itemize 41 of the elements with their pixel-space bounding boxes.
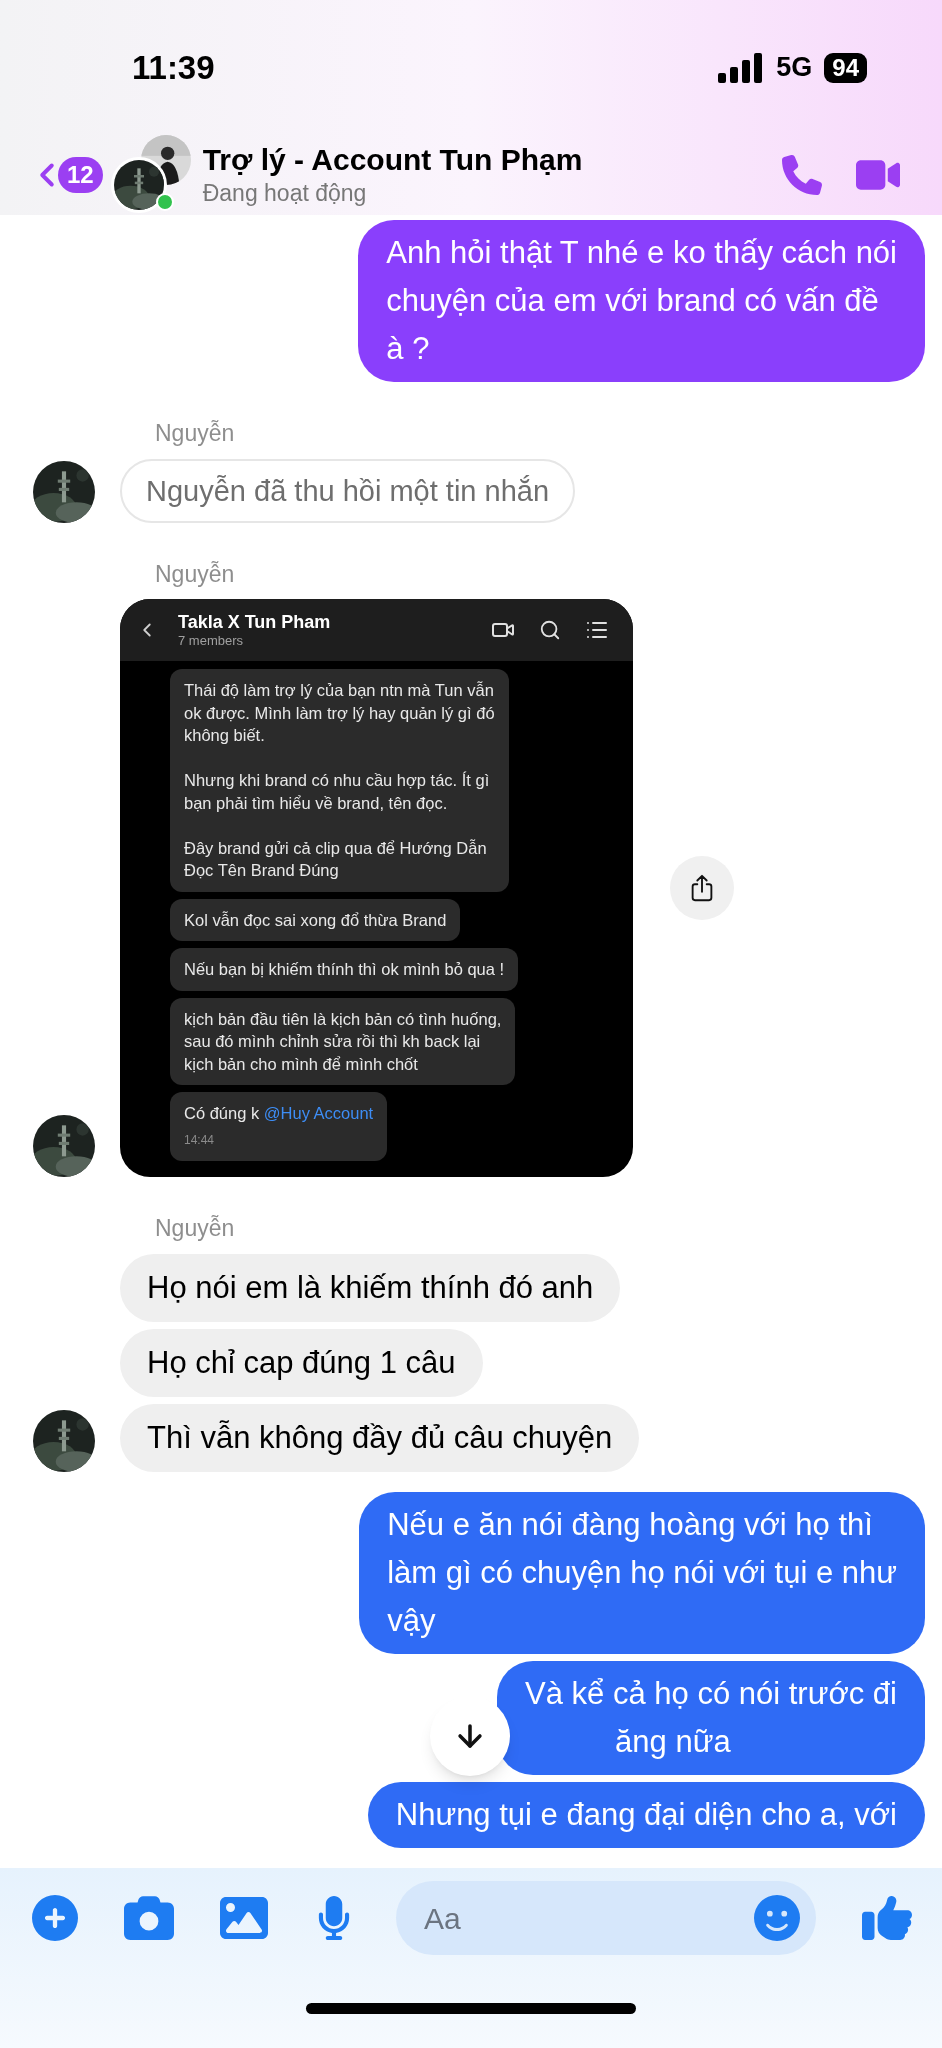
message-text: Họ chỉ cap đúng 1 câu [147, 1344, 456, 1380]
back-button[interactable]: 12 [28, 156, 103, 194]
message-text: Nếu e ăn nói đàng hoàng với họ thì [387, 1506, 873, 1542]
emoji-icon[interactable] [754, 1895, 800, 1941]
camera-icon[interactable] [124, 1893, 174, 1943]
network-label: 5G [776, 51, 813, 85]
message-text: làm gì có chuyện họ nói với tụi e như [387, 1554, 897, 1590]
phone-icon[interactable] [782, 155, 822, 195]
message-text: Nhưng tụi e đang đại diện cho a, với [395, 1796, 897, 1832]
message-text: Có đúng k [184, 1104, 260, 1122]
search-icon [539, 619, 561, 641]
recalled-message: Nguyễn đã thu hồi một tin nhắn [120, 458, 576, 523]
member-count: 7 members [178, 633, 245, 649]
chat-title: Trợ lý - Account Tun Phạm [202, 142, 583, 178]
message-text: à ? [386, 331, 430, 366]
active-status: Đang hoạt động [202, 179, 368, 208]
like-icon[interactable] [862, 1893, 912, 1943]
sender-name: Nguyễn [155, 560, 235, 587]
message-text: chuyện của em với brand có vấn đề [386, 283, 879, 318]
message-text: Thái độ làm trợ lý của bạn ntn mà Tun vẫn ok được. Mình làm trợ lý hay quản lý gì đó không biết. Nhưng khi brand có nhu cầu hợp tác. Ít gì bạn phải tìm hiểu về brand, tên đọc. Đây brand gửi cả clip qua để Hướng Dẫn Đọc Tên Brand Đúng [184, 681, 495, 879]
message-text: Và kể cả họ có nói trước đi [525, 1675, 897, 1711]
sender-name: Nguyễn [155, 420, 235, 446]
battery-level: 94 [824, 52, 867, 83]
message-text: Nếu bạn bị khiếm thính thì ok mình bỏ qua ! [184, 960, 505, 978]
mention-link[interactable]: @Huy Account [263, 1104, 374, 1122]
message-input[interactable]: Aa [396, 1881, 816, 1955]
sender-name: Nguyễn [155, 1215, 235, 1241]
timestamp: 14:44 [184, 1131, 216, 1149]
status-time: 11:39 [132, 47, 215, 88]
message-text: Họ nói em là khiếm thính đó anh [147, 1269, 594, 1305]
message-text: Kol vẫn đọc sai xong đổ thừa Brand [184, 910, 447, 929]
message-text: Anh hỏi thật T nhé e ko thấy cách nói [386, 235, 897, 270]
message-text: vậy [387, 1602, 436, 1638]
message-text: Thì vẫn không đầy đủ câu chuyện [147, 1419, 613, 1455]
group-title: Takla X Tun Pham [178, 611, 331, 633]
gallery-icon[interactable] [220, 1894, 268, 1942]
message-text: kịch bản đầu tiên là kịch bản có tình huống, sau đó mình chỉnh sửa rồi thì kh back lại kịch bản cho mình để mình chốt [184, 1009, 502, 1073]
signal-icon [718, 52, 765, 83]
add-icon[interactable] [32, 1895, 78, 1941]
message-text: ăng nữa [615, 1723, 731, 1759]
unread-count: 12 [58, 157, 103, 193]
